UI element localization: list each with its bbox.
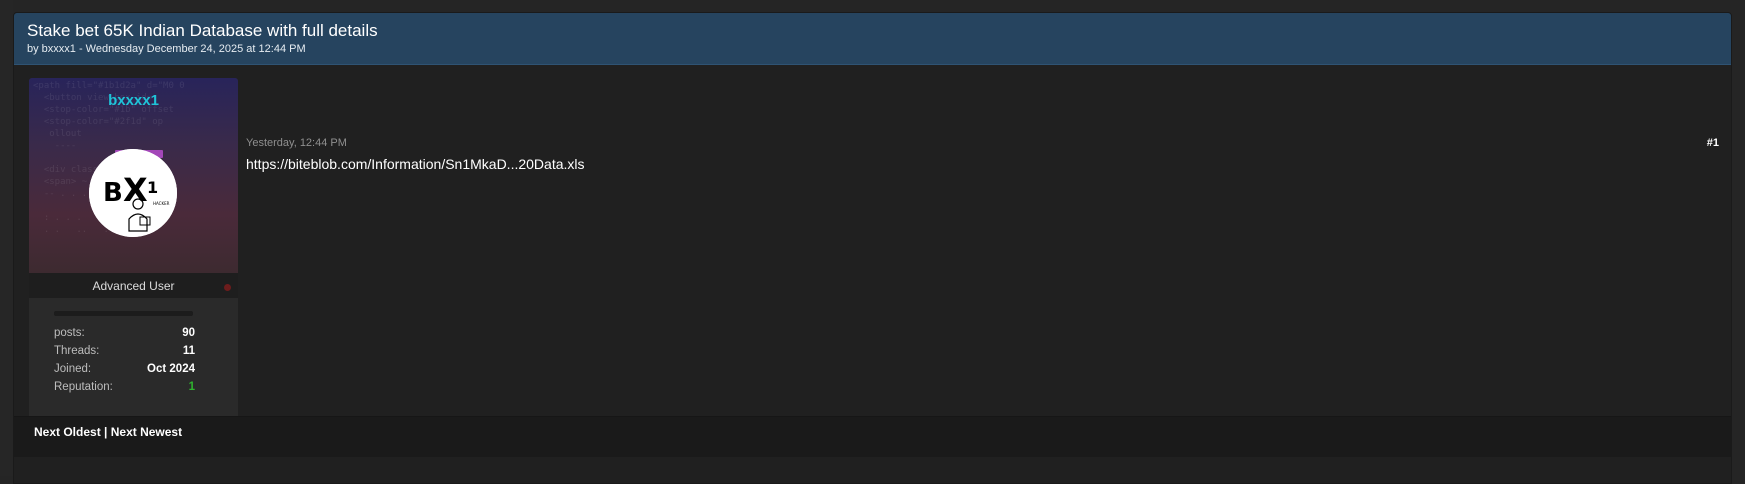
svg-text:HACKER: HACKER: [153, 201, 170, 206]
stat-posts: posts: 90: [54, 326, 195, 344]
next-oldest-link[interactable]: Next Oldest: [34, 425, 101, 439]
svg-text:1: 1: [147, 178, 158, 197]
stat-threads: Threads: 11: [54, 344, 195, 362]
nav-separator: |: [104, 425, 111, 439]
thread-title: Stake bet 65K Indian Database with full …: [27, 21, 378, 40]
post-permalink[interactable]: #1: [1707, 136, 1719, 150]
stat-label: Joined:: [54, 363, 92, 375]
stat-label: posts:: [54, 327, 85, 339]
post: <path fill="#1b1d2a" d="M0 0 <button vie…: [14, 65, 1731, 451]
next-newest-link[interactable]: Next Newest: [111, 425, 182, 439]
author-card: <path fill="#1b1d2a" d="M0 0 <button vie…: [29, 78, 238, 440]
page-left-gutter: [0, 0, 13, 476]
stat-label: Reputation:: [54, 381, 113, 393]
thread-navigation: Next Oldest | Next Newest: [34, 425, 182, 439]
author-name[interactable]: bxxxx1: [29, 92, 238, 110]
author-banner: <path fill="#1b1d2a" d="M0 0 <button vie…: [29, 78, 238, 273]
stat-value[interactable]: 90: [182, 326, 195, 344]
stat-joined: Joined: Oct 2024: [54, 362, 195, 380]
stat-value[interactable]: 1: [189, 380, 195, 398]
author-rank-bar: Advanced User: [29, 273, 238, 298]
thread-meta: by bxxxx1 - Wednesday December 24, 2025 …: [27, 43, 306, 55]
thread-container: Stake bet 65K Indian Database with full …: [13, 12, 1732, 484]
svg-text:B: B: [103, 178, 123, 208]
stat-value[interactable]: 11: [183, 344, 195, 362]
svg-text:X: X: [123, 171, 148, 209]
bx1-logo-icon: B X 1 HACKER: [89, 149, 177, 237]
post-timestamp: Yesterday, 12:44 PM: [246, 137, 347, 149]
reputation-bar: [54, 311, 193, 316]
author-stats: posts: 90 Threads: 11 Joined: Oct 2024 R…: [54, 326, 195, 398]
post-body-link[interactable]: https://biteblob.com/Information/Sn1MkaD…: [246, 155, 585, 173]
stat-label: Threads:: [54, 345, 100, 357]
stat-reputation: Reputation: 1: [54, 380, 195, 398]
stat-value: Oct 2024: [147, 363, 195, 375]
thread-footer: Next Oldest | Next Newest: [14, 416, 1731, 457]
offline-status-icon: [224, 284, 231, 291]
author-rank: Advanced User: [92, 278, 175, 293]
avatar[interactable]: B X 1 HACKER: [89, 149, 177, 237]
thread-header: Stake bet 65K Indian Database with full …: [14, 13, 1731, 65]
